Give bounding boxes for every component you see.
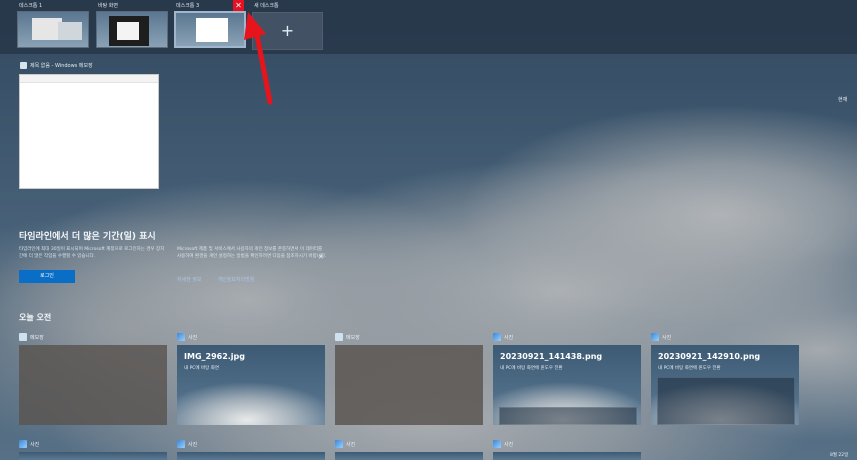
card-app-label: 사진	[19, 440, 39, 448]
privacy-links: 자세한 정보 개인정보처리방침	[177, 276, 254, 283]
desktop-label: 바탕 화면	[98, 3, 118, 9]
card-subtitle: 내 PC에 바탕 화면에 윈도우 전환	[500, 366, 563, 371]
notepad-icon	[19, 333, 27, 341]
red-arrow-annotation	[244, 12, 273, 105]
notepad-icon	[20, 62, 27, 69]
desktop-2[interactable]: 바탕 화면	[96, 2, 168, 48]
privacy-policy-link[interactable]: 개인정보처리방침	[218, 276, 255, 283]
timeline-card[interactable]: 20230921_141438.png 내 PC에 바탕 화면에 윈도우 전환	[493, 345, 641, 425]
window-title: 제목 없음 - Windows 메모장	[20, 62, 93, 69]
screenshot-preview	[657, 377, 795, 425]
desktop-label: 데스크톱 1	[19, 3, 43, 9]
timeline-card[interactable]	[177, 452, 325, 460]
card-app-label: 사진	[177, 333, 197, 341]
current-label: 현재	[838, 97, 848, 103]
timeline-heading: 타임라인에서 더 많은 기간(일) 표시	[19, 232, 156, 242]
timeline-card[interactable]	[335, 345, 483, 425]
today-heading: 오늘 오전	[19, 313, 52, 322]
photos-icon	[335, 440, 343, 448]
photos-icon	[19, 440, 27, 448]
card-app-label: 메모장	[335, 333, 360, 341]
notepad-window-thumbnail[interactable]	[19, 74, 159, 189]
close-icon[interactable]: ✕	[318, 253, 324, 261]
card-app-label: 사진	[177, 440, 197, 448]
card-app-label: 사진	[651, 333, 671, 341]
timeline-description: 타임라인에 최대 30일이 표시되며 Microsoft 계정으로 로그인하는 …	[19, 247, 165, 259]
privacy-description: Microsoft 제품 및 서비스에서 사용자의 개인 정보를 존중하면서 이…	[177, 247, 327, 259]
card-app-label: 사진	[493, 333, 513, 341]
card-app-label: 사진	[335, 440, 355, 448]
desktop-thumbnail[interactable]	[17, 11, 89, 48]
card-title: 20230921_142910.png	[658, 352, 761, 361]
more-info-link[interactable]: 자세한 정보	[177, 276, 202, 283]
taskbar-date: 8월 22일	[830, 453, 849, 458]
card-app-label: 메모장	[19, 333, 44, 341]
card-subtitle: 내 PC에 바탕 화면	[184, 366, 219, 371]
photos-icon	[177, 333, 185, 341]
card-title: 20230921_141438.png	[500, 352, 603, 361]
timeline-card[interactable]: 20230921_142910.png 내 PC에 바탕 화면에 윈도우 전환	[651, 345, 799, 425]
timeline-card[interactable]	[335, 452, 483, 460]
photos-icon	[493, 333, 501, 341]
desktop-thumbnail[interactable]	[96, 11, 168, 48]
virtual-desktop-strip: 데스크톱 1 바탕 화면 데스크톱 3 ✕ 새 데스크톱 +	[0, 0, 857, 54]
login-button[interactable]: 로그인	[19, 270, 75, 283]
card-subtitle: 내 PC에 바탕 화면에 윈도우 전환	[658, 366, 721, 371]
notepad-icon	[335, 333, 343, 341]
screenshot-preview	[499, 407, 637, 425]
timeline-card[interactable]	[19, 345, 167, 425]
desktop-1[interactable]: 데스크톱 1	[17, 2, 89, 48]
photos-icon	[651, 333, 659, 341]
photos-icon	[177, 440, 185, 448]
timeline-card[interactable]	[493, 452, 641, 460]
timeline-card[interactable]	[19, 452, 167, 460]
card-app-label: 사진	[493, 440, 513, 448]
card-title: IMG_2962.jpg	[184, 352, 246, 361]
photos-icon	[493, 440, 501, 448]
timeline-card[interactable]: IMG_2962.jpg 내 PC에 바탕 화면	[177, 345, 325, 425]
